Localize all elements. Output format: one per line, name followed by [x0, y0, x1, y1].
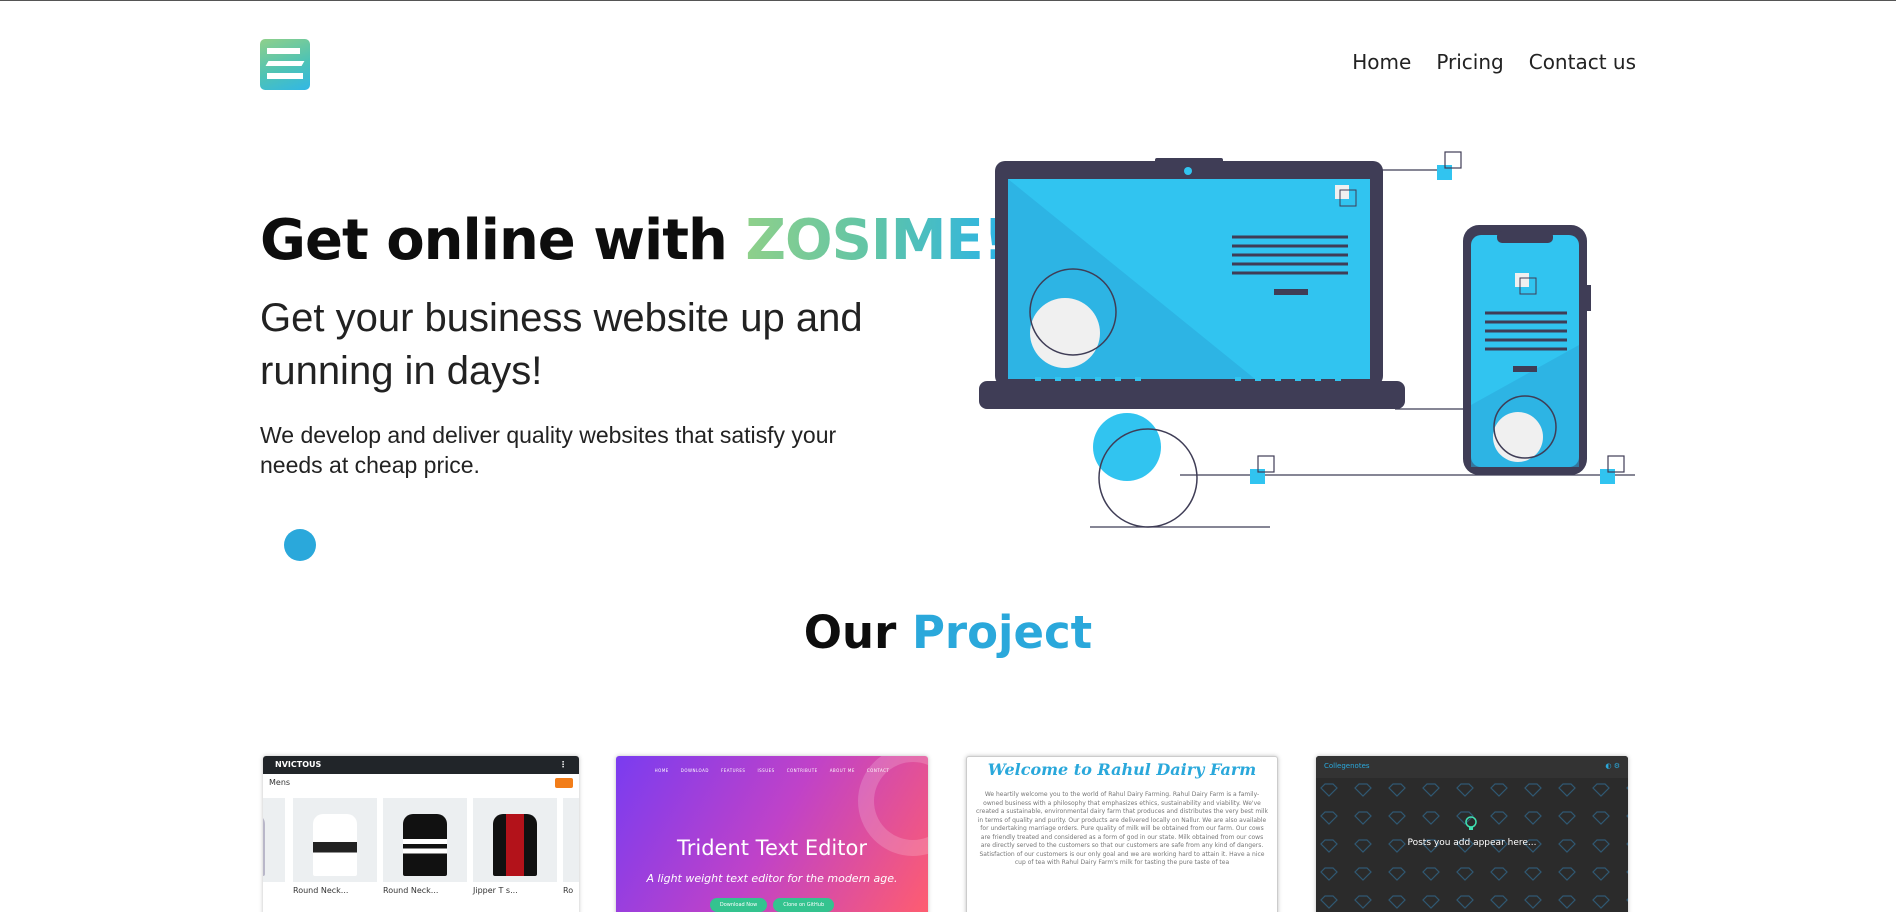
- kebab-menu-icon: ⋮: [559, 760, 567, 769]
- trident-github-button: Clone on GitHub: [773, 898, 835, 912]
- projects-heading-prefix: Our: [803, 606, 912, 659]
- devices-illustration: [979, 151, 1635, 528]
- trident-nav-item: CONTRIBUTE: [786, 768, 818, 773]
- hero-title-brand: ZOSIME!: [745, 208, 1008, 273]
- notes-appbar: Collegenotes ◐ ⚙: [1316, 756, 1628, 778]
- shop-action-button: [554, 778, 573, 788]
- hero-title-prefix: Get online with: [260, 208, 746, 273]
- shop-brand: NVICTOUS: [275, 760, 322, 769]
- trident-nav-item: ISSUES: [757, 768, 775, 773]
- product-name: Ro: [563, 886, 574, 895]
- notes-app-name: Collegenotes: [1324, 762, 1370, 770]
- product-item: Round Neck...: [383, 798, 467, 895]
- dairy-paragraph: We heartily welcome you to the world of …: [976, 791, 1268, 866]
- trident-nav-item: DOWNLOAD: [680, 768, 709, 773]
- product-item: [263, 798, 285, 888]
- product-name: Jipper T s...: [473, 886, 518, 895]
- trident-nav-item: FEATURES: [720, 768, 746, 773]
- hero-description: We develop and deliver quality websites …: [260, 422, 837, 478]
- product-item: Round Neck...: [293, 798, 377, 895]
- trident-nav-item: ABOUT ME: [829, 768, 855, 773]
- trident-nav-item: HOME: [654, 768, 669, 773]
- shop-topbar: NVICTOUS ⋮: [263, 756, 579, 774]
- top-border: [0, 0, 1896, 1]
- dairy-title: Welcome to Rahul Dairy Farm: [987, 760, 1257, 779]
- shop-category-row: Mens: [263, 774, 579, 792]
- hero-subtitle: Get your business website up and running…: [260, 296, 863, 393]
- shop-category: Mens: [269, 778, 291, 787]
- project-card-shop[interactable]: NVICTOUS ⋮ Mens Round Neck... Round Neck…: [263, 756, 579, 912]
- theme-toggle-icon: ◐ ⚙: [1605, 762, 1620, 770]
- hero-title: Get online with ZOSIME!: [260, 208, 1008, 273]
- trident-title: Trident Text Editor: [677, 836, 867, 860]
- lightbulb-icon: [1465, 816, 1477, 830]
- nav-contact-link[interactable]: Contact us: [1529, 50, 1636, 74]
- trident-buttons: Download Now Clone on GitHub: [616, 898, 928, 912]
- nav-pricing-link[interactable]: Pricing: [1436, 50, 1503, 74]
- main-nav: Home Pricing Contact us: [1352, 50, 1636, 74]
- product-name: Round Neck...: [383, 886, 439, 895]
- trident-download-button: Download Now: [709, 898, 768, 912]
- notes-empty-message: Posts you add appear here...: [1407, 838, 1537, 848]
- product-item: Jipper T s...: [473, 798, 557, 895]
- nav-home-link[interactable]: Home: [1352, 50, 1411, 74]
- product-item: Ro: [563, 798, 579, 895]
- projects-heading-accent: Project: [911, 606, 1093, 659]
- project-card-dairy[interactable]: Welcome to Rahul Dairy Farm We heartily …: [966, 756, 1278, 912]
- trident-subtitle: A light weight text editor for the moder…: [646, 872, 898, 885]
- decorative-dot: [284, 529, 316, 561]
- zosime-logo[interactable]: [260, 39, 310, 90]
- project-card-trident[interactable]: HOME DOWNLOAD FEATURES ISSUES CONTRIBUTE…: [616, 756, 928, 912]
- projects-heading: Our Project: [0, 606, 1896, 659]
- product-name: Round Neck...: [293, 886, 349, 895]
- project-card-notes[interactable]: Collegenotes ◐ ⚙ Posts you add appear he…: [1316, 756, 1628, 912]
